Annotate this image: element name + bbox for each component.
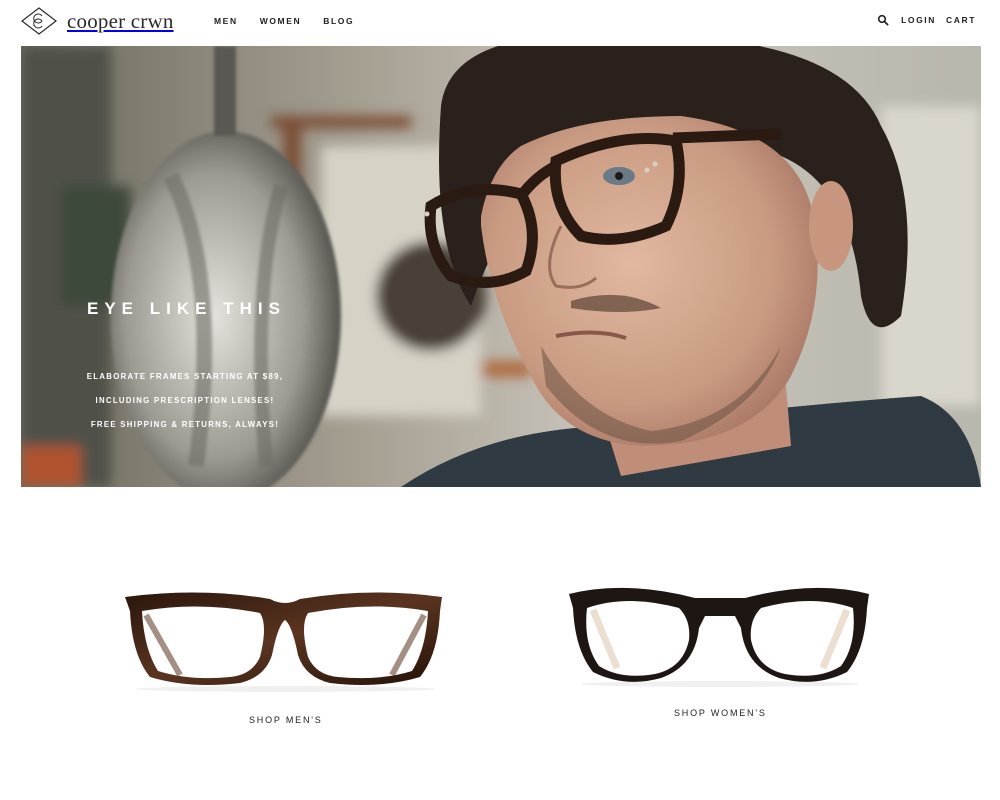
hero-title: EYE LIKE THIS bbox=[87, 299, 286, 318]
shop-mens-label[interactable]: SHOP MEN'S bbox=[249, 715, 323, 725]
cart-link[interactable]: CART bbox=[946, 15, 976, 25]
womens-glasses-image bbox=[569, 587, 869, 687]
site-header: cooper crwn MEN WOMEN BLOG LOGIN CART bbox=[0, 0, 1000, 44]
shop-womens-card[interactable]: SHOP WOMEN'S bbox=[565, 580, 875, 718]
brand-name: cooper crwn bbox=[67, 9, 174, 33]
nav-women[interactable]: WOMEN bbox=[260, 16, 302, 26]
main-nav: MEN WOMEN BLOG bbox=[214, 16, 376, 26]
account-nav: LOGIN CART bbox=[877, 14, 976, 26]
login-link[interactable]: LOGIN bbox=[901, 15, 936, 25]
logo-diamond-icon bbox=[21, 7, 57, 35]
hero-line: ELABORATE FRAMES STARTING AT $89, bbox=[86, 372, 284, 381]
hero-line: INCLUDING PRESCRIPTION LENSES! bbox=[95, 396, 275, 405]
nav-blog[interactable]: BLOG bbox=[323, 16, 354, 26]
brand-logo[interactable]: cooper crwn bbox=[21, 7, 174, 35]
hero-banner[interactable]: EYE LIKE THIS ELABORATE FRAMES STARTING … bbox=[21, 46, 981, 487]
search-icon[interactable] bbox=[877, 14, 889, 26]
shop-mens-card[interactable]: SHOP MEN'S bbox=[120, 585, 450, 725]
hero-promo-text: ELABORATE FRAMES STARTING AT $89, INCLUD… bbox=[73, 365, 297, 437]
shop-womens-label[interactable]: SHOP WOMEN'S bbox=[674, 708, 767, 718]
nav-men[interactable]: MEN bbox=[214, 16, 238, 26]
hero-line: FREE SHIPPING & RETURNS, ALWAYS! bbox=[90, 420, 280, 429]
mens-glasses-image bbox=[125, 592, 442, 692]
